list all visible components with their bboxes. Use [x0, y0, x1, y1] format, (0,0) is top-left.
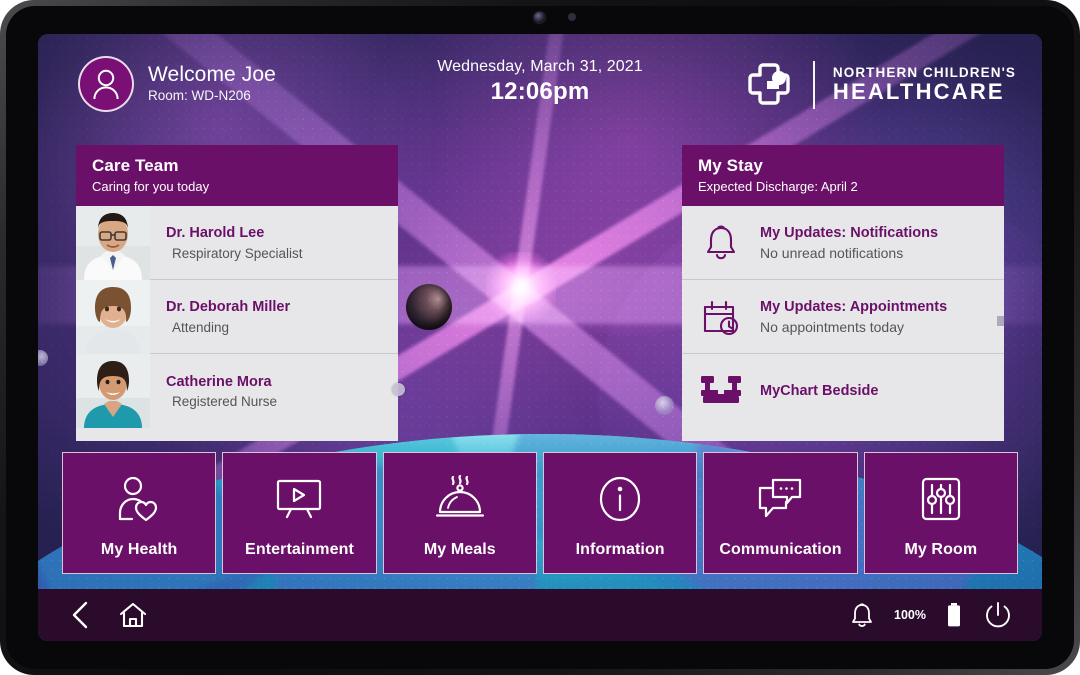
tile-my-health[interactable]: My Health: [62, 452, 217, 574]
tile-label: Information: [575, 541, 665, 558]
care-team-scroll-handle[interactable]: [392, 383, 405, 396]
person-heart-icon: [116, 473, 162, 525]
bell-icon: [682, 224, 760, 262]
tile-my-meals[interactable]: My Meals: [382, 452, 537, 574]
sliders-icon: [918, 473, 964, 525]
care-team-title: Care Team: [92, 156, 179, 175]
my-stay-title: My Stay: [698, 156, 763, 175]
hospital-bed-icon: [682, 374, 760, 408]
mychart-bedside-row[interactable]: MyChart Bedside: [682, 354, 1004, 428]
calendar-clock-icon: [682, 298, 760, 336]
tile-label: My Room: [904, 541, 978, 558]
bell-icon[interactable]: [850, 602, 874, 629]
care-team-member-role: Respiratory Specialist: [172, 245, 303, 261]
screen-header: Welcome Joe Room: WD-N206 Wednesday, Mar…: [38, 34, 1042, 134]
tile-label: Communication: [719, 541, 842, 558]
app-tile-grid: My Health Entertainment My Meals Informa…: [62, 452, 1018, 574]
my-stay-header: My Stay Expected Discharge: April 2: [682, 145, 1004, 206]
front-camera-icon: [534, 12, 545, 23]
care-team-card[interactable]: Care Team Caring for you today Dr. Harol…: [76, 145, 398, 441]
ambient-sensor-icon: [568, 13, 576, 21]
power-icon[interactable]: [982, 599, 1014, 631]
medical-cross-logo-icon: [743, 59, 801, 111]
brand-name-line1: NORTHERN CHILDREN'S: [832, 65, 1016, 81]
tile-entertainment[interactable]: Entertainment: [222, 452, 377, 574]
hospital-logo: NORTHERN CHILDREN'S HEALTHCARE: [743, 59, 1016, 111]
care-team-member-row[interactable]: Dr. Harold Lee Respiratory Specialist: [76, 205, 398, 280]
bottom-status-bar: 100%: [38, 589, 1042, 641]
female-nurse-photo: [76, 354, 150, 428]
care-team-member-name: Catherine Mora: [166, 373, 272, 390]
tile-communication[interactable]: Communication: [703, 452, 858, 574]
tile-label: Entertainment: [245, 541, 354, 558]
tablet-screen: Welcome Joe Room: WD-N206 Wednesday, Mar…: [38, 34, 1042, 641]
tile-information[interactable]: Information: [542, 452, 698, 574]
my-updates-notifications-row[interactable]: My Updates: Notifications No unread noti…: [682, 206, 1004, 280]
battery-percentage: 100%: [894, 608, 926, 622]
care-team-subtitle: Caring for you today: [92, 179, 210, 194]
chat-bubbles-icon: [755, 473, 805, 525]
my-updates-appointments-row[interactable]: My Updates: Appointments No appointments…: [682, 280, 1004, 354]
home-icon[interactable]: [118, 600, 148, 630]
tile-label: My Health: [100, 541, 178, 558]
mychart-bedside-title: MyChart Bedside: [760, 382, 879, 399]
back-chevron-icon[interactable]: [68, 600, 94, 630]
logo-divider: [812, 61, 815, 109]
brand-name-line2: HEALTHCARE: [832, 79, 1005, 105]
care-team-member-name: Dr. Harold Lee: [166, 225, 265, 242]
female-doctor-photo: [76, 279, 150, 354]
info-circle-icon: [597, 473, 643, 525]
my-stay-subtitle: Expected Discharge: April 2: [698, 179, 858, 194]
my-stay-scroll-handle[interactable]: [997, 316, 1004, 326]
tv-play-icon: [273, 473, 325, 525]
notifications-status: No unread notifications: [760, 244, 904, 261]
care-team-member-role: Attending: [172, 319, 230, 335]
care-team-member-row[interactable]: Dr. Deborah Miller Attending: [76, 279, 398, 354]
care-team-member-name: Dr. Deborah Miller: [166, 299, 291, 316]
food-cloche-icon: [433, 473, 487, 525]
notifications-title: My Updates: Notifications: [760, 225, 939, 242]
my-stay-card[interactable]: My Stay Expected Discharge: April 2 My U…: [682, 145, 1004, 441]
appointments-status: No appointments today: [760, 318, 904, 335]
tablet-device-frame: Welcome Joe Room: WD-N206 Wednesday, Mar…: [0, 0, 1080, 675]
care-team-member-role: Registered Nurse: [172, 394, 278, 410]
tile-my-room[interactable]: My Room: [863, 452, 1018, 574]
appointments-title: My Updates: Appointments: [760, 299, 948, 316]
battery-full-icon: [946, 602, 962, 628]
tile-label: My Meals: [423, 541, 496, 558]
male-doctor-photo: [76, 205, 150, 280]
care-team-member-row[interactable]: Catherine Mora Registered Nurse: [76, 354, 398, 428]
care-team-header: Care Team Caring for you today: [76, 145, 398, 206]
